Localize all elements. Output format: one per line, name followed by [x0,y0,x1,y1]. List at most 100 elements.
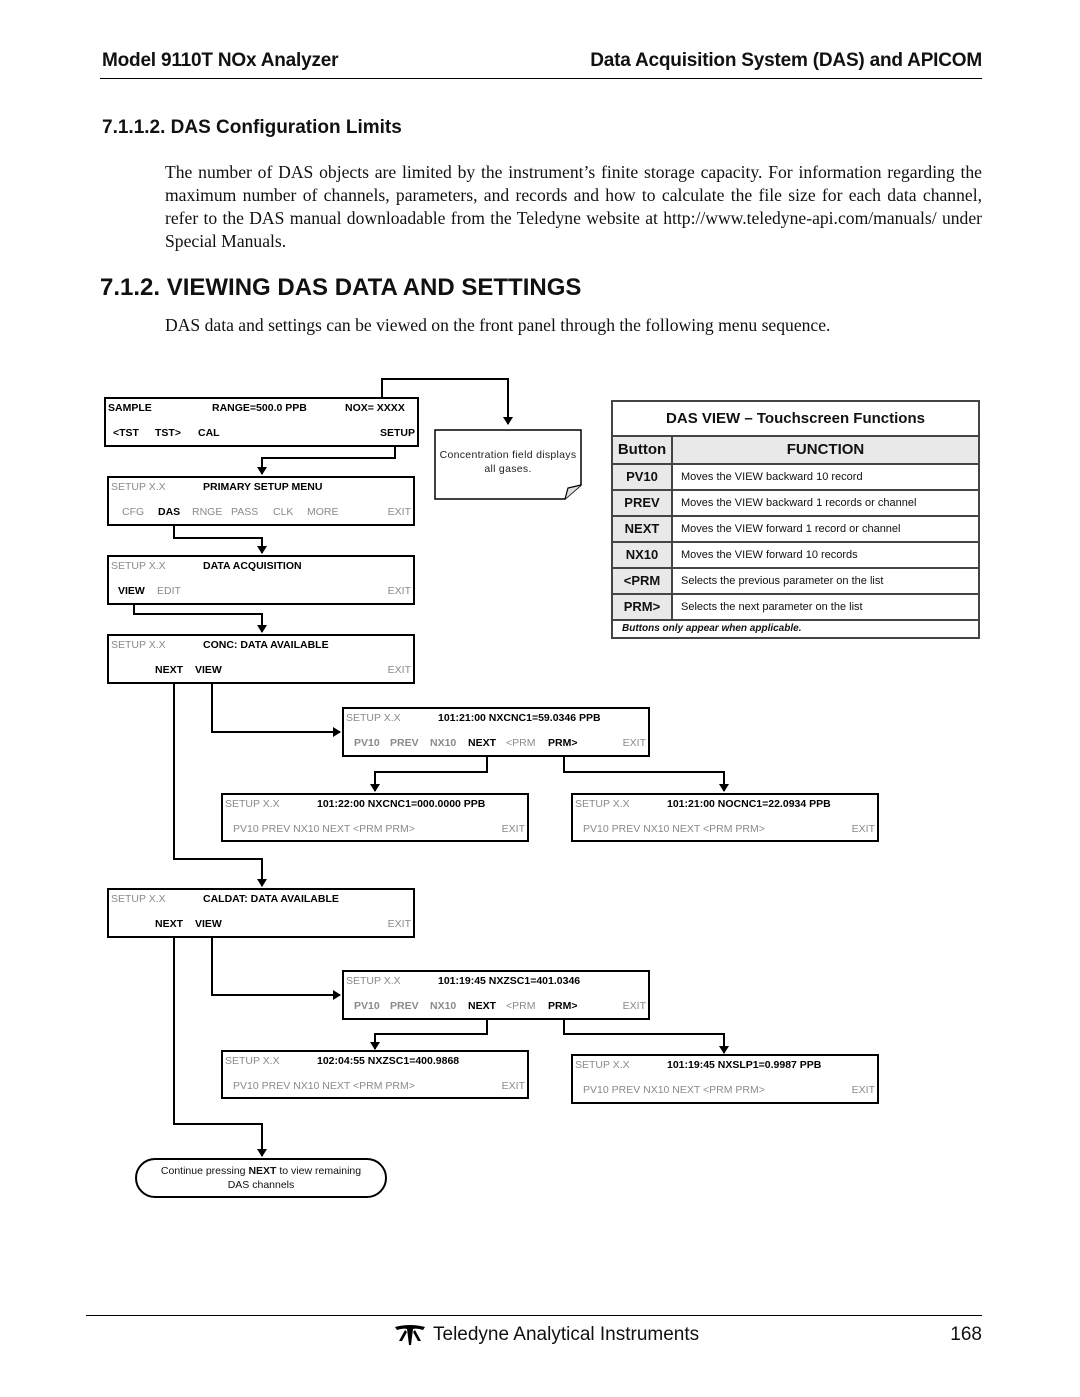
label-setup-version: SETUP X.X [111,560,166,572]
btn-nx10[interactable]: NX10 [430,737,456,749]
connector-setup-to-primary [257,446,396,475]
btn-prm-prev[interactable]: <PRM [506,1000,535,1012]
label-caldat-data-available: CALDAT: DATA AVAILABLE [203,893,339,905]
table-row: NEXT Moves the VIEW forward 1 record or … [613,517,978,543]
connector-conc-next-to-caldat [173,680,267,887]
btn-pv10[interactable]: PV10 [354,1000,380,1012]
btn-prev[interactable]: PREV [390,1000,419,1012]
label-setup-version: SETUP X.X [575,1059,630,1071]
cell-button: PRM> [613,595,673,619]
cell-button: PREV [613,491,673,515]
concentration-note: Concentration field displays all gases. [435,437,581,499]
button-row[interactable]: PV10 PREV NX10 NEXT <PRM PRM> [583,1084,765,1096]
panel-nocnc1-record: SETUP X.X 101:21:00 NOCNC1=22.0934 PPB P… [571,793,879,842]
btn-more[interactable]: MORE [307,506,339,518]
cell-function: Moves the VIEW forward 1 record or chann… [681,523,901,535]
footer-brand-text: Teledyne Analytical Instruments [433,1324,700,1345]
table-footnote: Buttons only appear when applicable. [622,623,802,634]
panel-data-acquisition: SETUP X.X DATA ACQUISITION VIEW EDIT EXI… [107,555,415,605]
continue-next-terminal: Continue pressing NEXT to view remaining… [135,1158,387,1198]
btn-view[interactable]: VIEW [118,585,145,597]
cell-button: NEXT [613,517,673,541]
terminal-text-next: NEXT [248,1165,277,1177]
btn-exit[interactable]: EXIT [502,1080,525,1092]
btn-next[interactable]: NEXT [155,918,183,930]
btn-pass[interactable]: PASS [231,506,258,518]
btn-exit[interactable]: EXIT [852,1084,875,1096]
cell-function: Moves the VIEW backward 10 record [681,471,863,483]
btn-cal[interactable]: CAL [198,427,220,439]
btn-exit[interactable]: EXIT [388,585,411,597]
page-number: 168 [950,1324,982,1345]
label-setup-version: SETUP X.X [225,1055,280,1067]
button-row[interactable]: PV10 PREV NX10 NEXT <PRM PRM> [233,1080,415,1092]
btn-exit[interactable]: EXIT [388,918,411,930]
table-row: NX10 Moves the VIEW forward 10 records [613,543,978,569]
label-setup-version: SETUP X.X [111,893,166,905]
cell-function: Selects the previous parameter on the li… [681,575,884,587]
label-setup-version: SETUP X.X [346,975,401,987]
btn-exit[interactable]: EXIT [623,1000,646,1012]
btn-exit[interactable]: EXIT [388,506,411,518]
btn-cfg[interactable]: CFG [122,506,144,518]
label-setup-version: SETUP X.X [575,798,630,810]
btn-exit[interactable]: EXIT [388,664,411,676]
panel-caldat-data-available: SETUP X.X CALDAT: DATA AVAILABLE NEXT VI… [107,888,415,938]
btn-exit[interactable]: EXIT [852,823,875,835]
label-primary-setup-menu: PRIMARY SETUP MENU [203,481,323,493]
btn-setup[interactable]: SETUP [380,427,415,439]
btn-view[interactable]: VIEW [195,918,222,930]
btn-next[interactable]: NEXT [468,1000,496,1012]
btn-clk[interactable]: CLK [273,506,293,518]
label-record-value: 101:19:45 NXSLP1=0.9987 PPB [667,1059,822,1071]
btn-pv10[interactable]: PV10 [354,737,380,749]
panel-sample: SAMPLE RANGE=500.0 PPB NOX= XXXX <TST TS… [104,397,419,447]
cell-function: Moves the VIEW backward 1 records or cha… [681,497,917,509]
btn-view[interactable]: VIEW [195,664,222,676]
label-nox: NOX= XXXX [345,402,405,414]
btn-das[interactable]: DAS [158,506,180,518]
panel-nxcnc1-record: SETUP X.X 101:21:00 NXCNC1=59.0346 PPB P… [342,707,650,757]
panel-nxcnc1-next-record: SETUP X.X 101:22:00 NXCNC1=000.0000 PPB … [221,793,529,842]
btn-edit[interactable]: EDIT [157,585,181,597]
button-row[interactable]: PV10 PREV NX10 NEXT <PRM PRM> [583,823,765,835]
btn-prm-next[interactable]: PRM> [548,1000,577,1012]
panel-nxslp1-record: SETUP X.X 101:19:45 NXSLP1=0.9987 PPB PV… [571,1054,879,1104]
panel-nxzsc1-record: SETUP X.X 101:19:45 NXZSC1=401.0346 PV10… [342,970,650,1020]
label-data-acquisition: DATA ACQUISITION [203,560,302,572]
cell-function: Moves the VIEW forward 10 records [681,549,858,561]
table-title: DAS VIEW – Touchscreen Functions [613,402,978,437]
button-row[interactable]: PV10 PREV NX10 NEXT <PRM PRM> [233,823,415,835]
cell-button: <PRM [613,569,673,593]
connector-das-to-data-acq [173,522,267,554]
btn-rnge[interactable]: RNGE [192,506,222,518]
concentration-note-text: Concentration field displays all gases. [439,449,577,475]
btn-prm-next[interactable]: PRM> [548,737,577,749]
panel-conc-data-available: SETUP X.X CONC: DATA AVAILABLE NEXT VIEW… [107,634,415,684]
connector-prm-to-nocnc1 [563,752,729,792]
footer-brand: Teledyne Analytical Instruments [393,1324,699,1346]
btn-next[interactable]: NEXT [155,664,183,676]
column-header-button: Button [613,437,673,463]
connector-next-to-nxcnc1-b [370,752,488,792]
btn-exit[interactable]: EXIT [502,823,525,835]
table-row: PREV Moves the VIEW backward 1 records o… [613,491,978,517]
label-range: RANGE=500.0 PPB [212,402,307,414]
table-row: PRM> Selects the next parameter on the l… [613,595,978,621]
teledyne-logo-icon [395,1325,425,1345]
btn-nx10[interactable]: NX10 [430,1000,456,1012]
btn-exit[interactable]: EXIT [623,737,646,749]
btn-prev[interactable]: PREV [390,737,419,749]
terminal-line-2: DAS channels [227,1179,295,1191]
btn-tst-prev[interactable]: <TST [113,427,139,439]
connector-conc-view-to-nxcnc1 [211,680,341,737]
table-header-row: Button FUNCTION [613,437,978,465]
panel-primary-setup: SETUP X.X PRIMARY SETUP MENU CFG DAS RNG… [107,476,415,526]
panel-nxzsc1-next-record: SETUP X.X 102:04:55 NXZSC1=400.9868 PV10… [221,1050,529,1099]
btn-next[interactable]: NEXT [468,737,496,749]
btn-tst-next[interactable]: TST> [155,427,181,439]
footer-divider [86,1315,982,1316]
label-record-value: 102:04:55 NXZSC1=400.9868 [317,1055,460,1067]
btn-prm-prev[interactable]: <PRM [506,737,535,749]
label-setup-version: SETUP X.X [225,798,280,810]
